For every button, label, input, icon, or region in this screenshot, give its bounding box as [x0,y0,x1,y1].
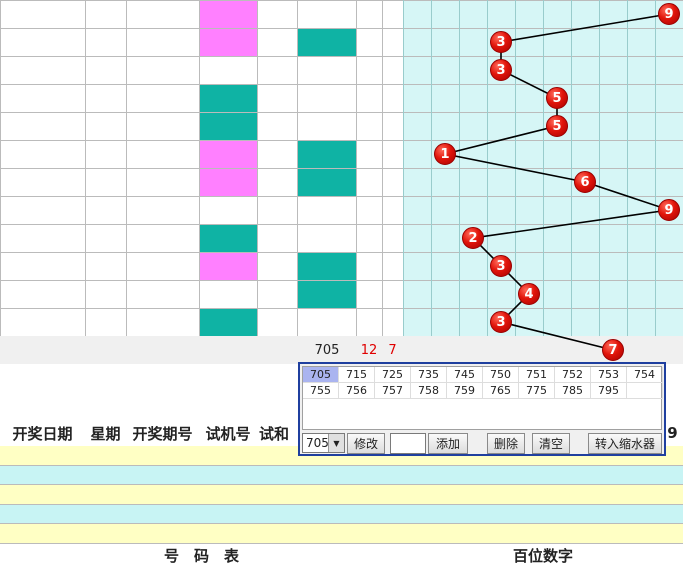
candidate-item[interactable]: 785 [555,383,591,399]
lottery-table: 705 12 7 开奖日期 星期 开奖期号 试机号 试和 9 号 码 表 百位数… [0,0,683,567]
trend-ball: 7 [602,339,624,361]
candidate-item[interactable]: 795 [591,383,627,399]
candidate-item[interactable]: 755 [303,383,339,399]
candidate-item[interactable]: 756 [339,383,375,399]
trend-ball: 5 [546,87,568,109]
add-button[interactable]: 添加 [428,433,468,454]
candidate-item[interactable]: 765 [483,383,519,399]
trend-ball: 9 [658,199,680,221]
candidate-item[interactable]: 757 [375,383,411,399]
trend-ball: 3 [490,59,512,81]
candidate-panel[interactable]: 705 715 725 735 745 750 751 752 753 754 755 756 757 7… [298,362,666,456]
trend-ball: 4 [518,283,540,305]
trend-line [444,13,670,351]
candidate-select-value: 705 [306,436,329,450]
candidate-item[interactable] [627,383,663,399]
trend-ball: 9 [658,3,680,25]
candidate-list[interactable]: 705 715 725 735 745 750 751 752 753 754 755 756 757 7… [302,366,663,430]
candidate-input[interactable] [390,433,426,454]
candidate-item[interactable]: 715 [339,367,375,383]
trend-ball: 3 [490,311,512,333]
candidate-item[interactable]: 705 [303,367,339,383]
candidate-item[interactable]: 775 [519,383,555,399]
candidate-item[interactable]: 735 [411,367,447,383]
candidate-item[interactable]: 745 [447,367,483,383]
trend-ball: 3 [490,31,512,53]
candidate-item[interactable]: 751 [519,367,555,383]
candidate-item[interactable]: 759 [447,383,483,399]
shrink-button[interactable]: 转入缩水器 [588,433,662,454]
trend-line-chart [444,13,670,351]
modify-button[interactable]: 修改 [347,433,385,454]
clear-button[interactable]: 清空 [532,433,570,454]
candidate-item[interactable]: 758 [411,383,447,399]
candidate-select[interactable]: 705 ▼ [302,433,345,453]
chevron-down-icon[interactable]: ▼ [328,434,344,452]
trend-ball: 6 [574,171,596,193]
delete-button[interactable]: 删除 [487,433,525,454]
candidate-item[interactable]: 753 [591,367,627,383]
candidate-item[interactable]: 752 [555,367,591,383]
trend-ball: 1 [434,143,456,165]
candidate-item[interactable]: 725 [375,367,411,383]
trend-ball: 5 [546,115,568,137]
candidate-item[interactable]: 750 [483,367,519,383]
trend-ball: 3 [490,255,512,277]
candidate-item[interactable]: 754 [627,367,663,383]
trend-ball: 2 [462,227,484,249]
